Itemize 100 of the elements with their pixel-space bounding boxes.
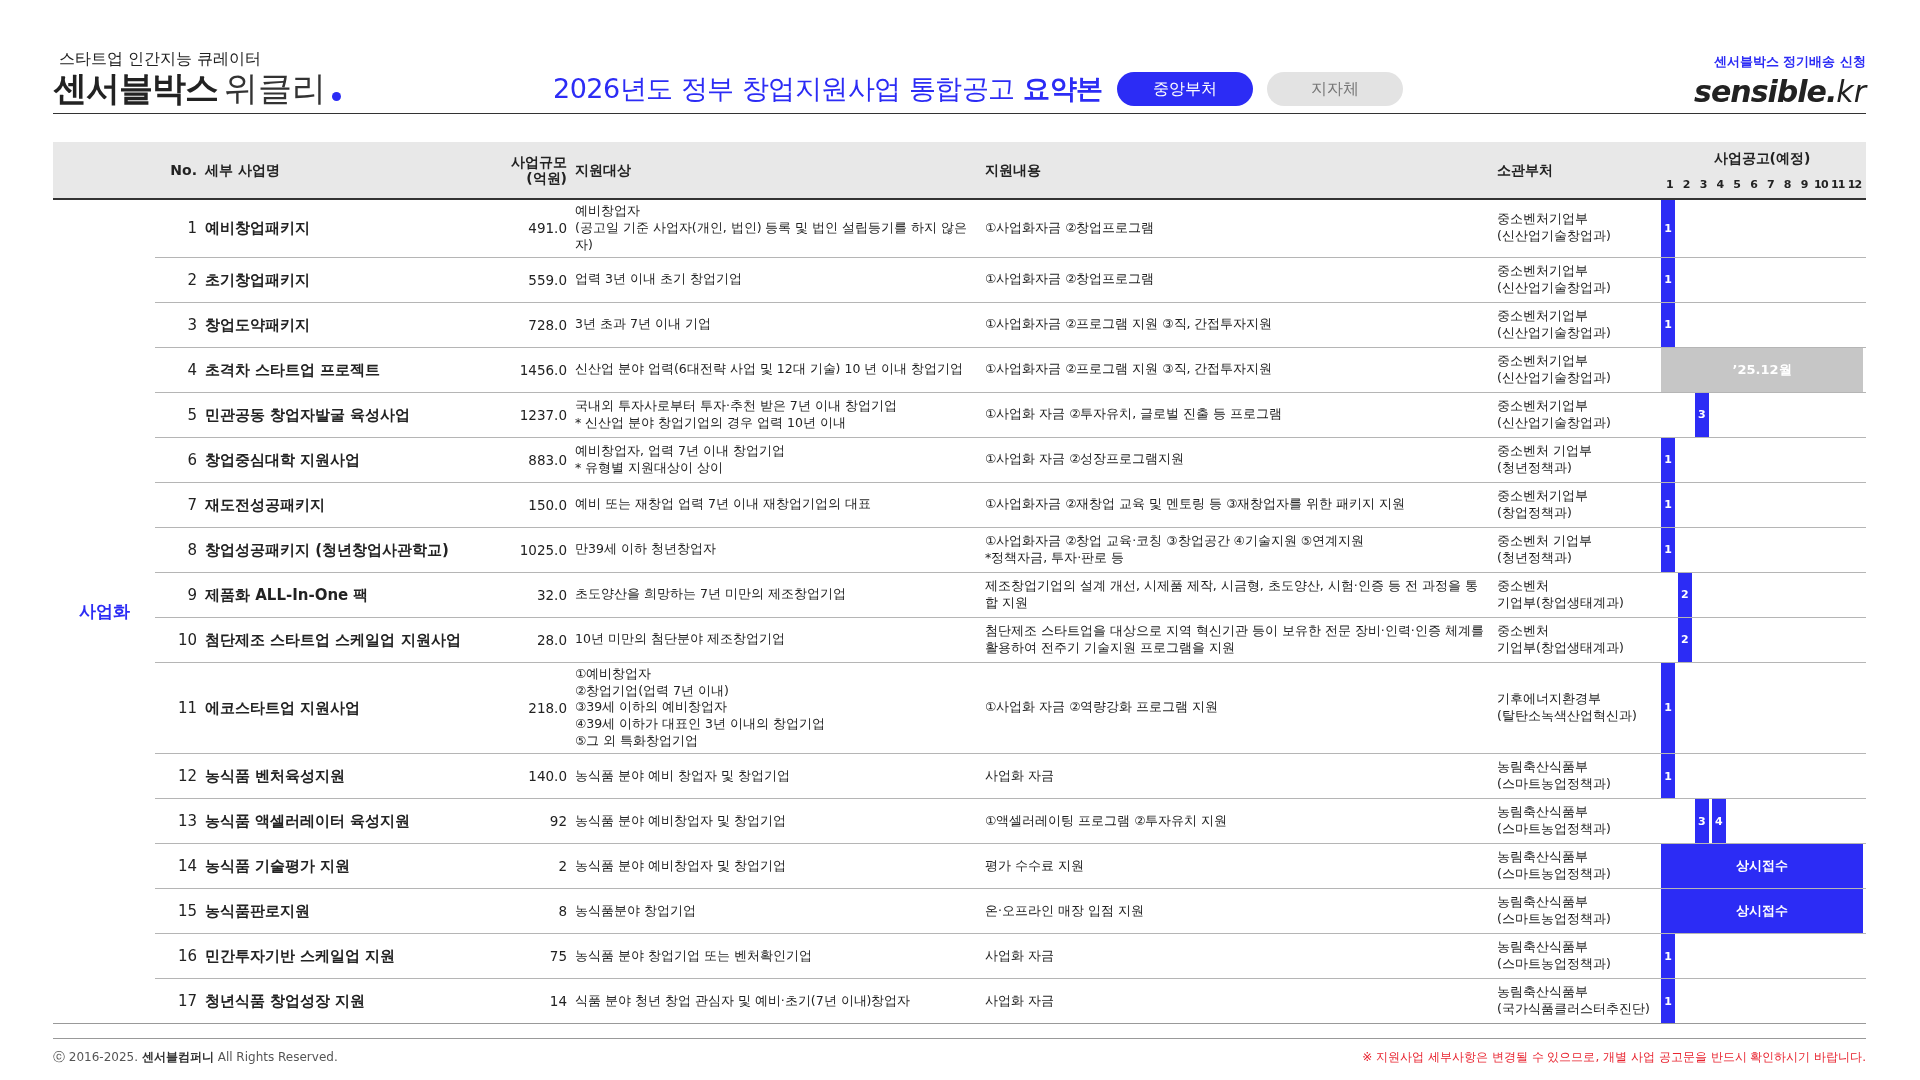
month-label: 2: [1681, 177, 1691, 191]
support-cell-text: 온·오프라인 매장 입점 지원: [984, 901, 1145, 920]
row-number: 5: [186, 404, 198, 426]
ministry-cell-text: 중소벤처기업부 (창업정책과): [1496, 486, 1589, 522]
schedule-bar: 1: [1661, 482, 1675, 527]
ministry-cell-text: 중소벤처기업부 (신산업기술창업과): [1496, 351, 1612, 387]
budget-cell-text: 75: [548, 946, 568, 966]
month-label: 8: [1782, 177, 1792, 191]
schedule-bar: 3: [1694, 392, 1709, 437]
target-cell-text: 만39세 이하 청년창업자: [574, 540, 717, 559]
budget-cell-text: 8: [557, 901, 568, 921]
program-name: 첨단제조 스타트업 스케일업 지원사업: [204, 629, 462, 651]
schedule-bar: 1: [1661, 437, 1675, 482]
budget-cell-text: 28.0: [535, 630, 568, 650]
subscribe-link[interactable]: 센서블박스 정기배송 신청: [1713, 53, 1866, 71]
schedule-bar: 4: [1711, 799, 1726, 843]
column-header: 세부 사업명: [204, 161, 281, 179]
notice-text: ※ 지원사업 세부사항은 변경될 수 있으므로, 개별 사업 공고문을 반드시 확인하시기 바랍니다.: [1362, 1049, 1866, 1066]
row-number: 3: [186, 314, 198, 336]
budget-cell-text: 218.0: [527, 698, 568, 718]
support-cell-text: 평가 수수료 지원: [984, 856, 1085, 875]
ministry-cell-text: 중소벤처 기업부 (청년정책과): [1496, 441, 1593, 477]
schedule-span: 상시접수: [1661, 844, 1863, 888]
row-number: 14: [176, 855, 198, 877]
month-label: 3: [1698, 177, 1708, 191]
schedule-bar: 3: [1694, 799, 1709, 843]
program-name: 농식품 벤처육성지원: [204, 765, 347, 787]
category-label: 사업화: [77, 600, 131, 623]
program-name: 초격차 스타트업 프로젝트: [204, 359, 382, 381]
row-number: 10: [176, 629, 198, 651]
target-cell-text: 국내외 투자사로부터 투자·추천 받은 7년 이내 창업기업 * 신산업 분야 창업기업의 경우 업력 10년 이내: [574, 396, 898, 432]
month-label: 6: [1749, 177, 1759, 191]
tab[interactable]: 지자체: [1266, 72, 1403, 106]
row-number: 8: [186, 539, 198, 561]
program-name: 예비창업패키지: [204, 218, 311, 240]
row-number: 9: [186, 584, 198, 606]
budget-cell-text: 1025.0: [518, 540, 568, 560]
ministry-cell-text: 중소벤처기업부 (신산업기술창업과): [1496, 261, 1612, 297]
schedule-bar: 1: [1661, 934, 1675, 978]
program-name: 민간투자기반 스케일업 지원: [204, 945, 397, 967]
budget-cell-text: 2: [557, 856, 568, 876]
budget-cell-text: 491.0: [527, 219, 568, 239]
copyright-text: ⓒ 2016-2025. 센서블컴퍼니 All Rights Reserved.: [53, 1049, 338, 1066]
support-cell-text: ①사업화 자금 ②성장프로그램지원: [984, 450, 1186, 469]
schedule-bar: 2: [1677, 617, 1692, 662]
program-name: 제품화 ALL-In-One 팩: [204, 584, 370, 606]
schedule-bar: 1: [1661, 979, 1675, 1023]
ministry-cell-text: 중소벤처 기업부(창업생태계과): [1496, 576, 1625, 612]
month-label: 5: [1732, 177, 1742, 191]
column-header: No.: [169, 161, 198, 179]
support-cell-text: ①사업화자금 ②프로그램 지원 ③직, 간접투자지원: [984, 360, 1274, 379]
program-name: 농식품판로지원: [204, 900, 311, 922]
target-cell-text: 식품 분야 청년 창업 관심자 및 예비·초기(7년 이내)창업자: [574, 991, 912, 1010]
support-cell-text: 사업화 자금: [984, 946, 1055, 965]
program-name: 창업도약패키지: [204, 314, 311, 336]
program-name: 재도전성공패키지: [204, 494, 326, 516]
support-cell-text: ①액셀러레이팅 프로그램 ②투자유치 지원: [984, 811, 1229, 830]
month-label: 1: [1665, 177, 1674, 191]
ministry-cell-text: 중소벤처 기업부 (청년정책과): [1496, 531, 1593, 567]
ministry-cell-text: 농림축산식품부 (국가식품클러스터추진단): [1496, 983, 1651, 1018]
row-number: 1: [186, 218, 198, 240]
program-name: 청년식품 창업성장 지원: [204, 990, 367, 1012]
month-label: 11: [1829, 177, 1846, 191]
budget-cell-text: 14: [548, 991, 568, 1011]
tab[interactable]: 중앙부처: [1116, 72, 1253, 106]
budget-cell-text: 150.0: [527, 495, 568, 515]
target-cell-text: 농식품 분야 예비창업자 및 창업기업: [574, 856, 787, 875]
budget-cell-text: 1456.0: [518, 360, 568, 380]
column-header: 사업공고(예정): [1713, 149, 1811, 168]
ministry-cell-text: 농림축산식품부 (스마트농업정책과): [1496, 938, 1612, 973]
month-label: 9: [1799, 177, 1809, 191]
schedule-span: ’25.12월: [1661, 347, 1863, 392]
support-cell-text: 사업화 자금: [984, 766, 1055, 785]
target-cell-text: 예비창업자 (공고일 기준 사업자(개인, 법인) 등록 및 법인 설립등기를 하지 않은 자): [574, 202, 969, 254]
support-cell-text: ①사업화자금 ②창업 교육·코칭 ③창업공간 ④기술지원 ⑤연계지원 *정책자금, 투자·판로 등: [984, 531, 1365, 567]
month-label: 7: [1766, 177, 1775, 191]
ministry-cell-text: 농림축산식품부 (스마트농업정책과): [1496, 893, 1612, 928]
column-header: 사업규모 (억원): [510, 153, 568, 187]
row-number: 2: [186, 269, 198, 291]
support-cell-text: 사업화 자금: [984, 991, 1055, 1010]
support-cell-text: ①사업화자금 ②재창업 교육 및 멘토링 등 ③재창업자를 위한 패키지 지원: [984, 495, 1407, 514]
ministry-cell-text: 농림축산식품부 (스마트농업정책과): [1496, 848, 1612, 883]
target-cell-text: 초도양산을 희망하는 7년 미만의 제조창업기업: [574, 585, 847, 604]
row-number: 15: [176, 900, 198, 922]
program-name: 농식품 기술평가 지원: [204, 855, 352, 877]
budget-cell-text: 1237.0: [518, 405, 568, 425]
target-cell-text: 10년 미만의 첨단분야 제조창업기업: [574, 630, 786, 649]
schedule-bar: 2: [1677, 572, 1692, 617]
support-cell-text: ①사업화 자금 ②투자유치, 글로벌 진출 등 프로그램: [984, 405, 1284, 424]
target-cell-text: 농식품 분야 창업기업 또는 벤처확인기업: [574, 946, 813, 965]
brand-name: 센서블박스: [53, 69, 218, 107]
dot-icon: [332, 92, 341, 101]
budget-cell-text: 92: [548, 811, 568, 831]
program-name: 에코스타트업 지원사업: [204, 697, 362, 719]
month-label: 4: [1715, 177, 1725, 191]
budget-cell-text: 883.0: [527, 450, 568, 470]
program-name: 농식품 액셀러레이터 육성지원: [204, 810, 412, 832]
target-cell-text: 농식품 분야 예비 창업자 및 창업기업: [574, 766, 791, 785]
ministry-cell-text: 농림축산식품부 (스마트농업정책과): [1496, 758, 1612, 793]
budget-cell-text: 140.0: [527, 766, 568, 786]
